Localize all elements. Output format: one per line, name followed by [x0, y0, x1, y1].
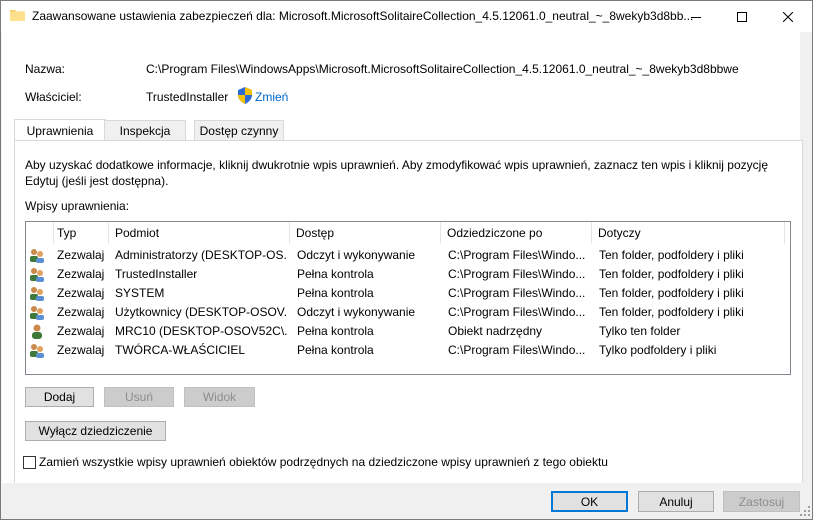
replace-child-permissions-label: Zamień wszystkie wpisy uprawnień obiektó…: [39, 455, 608, 469]
maximize-button[interactable]: [719, 1, 765, 32]
minimize-button[interactable]: [673, 1, 719, 32]
group-icon: [30, 344, 44, 358]
entry-inherited: C:\Program Files\Windo...: [448, 248, 586, 262]
entry-principal: TrustedInstaller: [115, 267, 198, 281]
entry-inherited: C:\Program Files\Windo...: [448, 286, 586, 300]
entry-applies: Ten folder, podfoldery i pliki: [599, 267, 744, 281]
entry-type: Zezwalaj: [57, 267, 105, 281]
entry-principal: Administratorzy (DESKTOP-OS...: [115, 248, 288, 262]
group-icon: [30, 249, 44, 263]
cancel-button[interactable]: Anuluj: [638, 491, 714, 512]
tab-effective-access[interactable]: Dostęp czynny: [194, 120, 284, 141]
resize-grip-icon[interactable]: [800, 506, 811, 517]
entry-applies: Tylko podfoldery i pliki: [599, 343, 717, 357]
entry-access: Pełna kontrola: [297, 286, 374, 300]
view-button[interactable]: Widok: [184, 387, 255, 407]
entry-type: Zezwalaj: [57, 324, 105, 338]
minimize-icon: [691, 16, 701, 18]
ok-button[interactable]: OK: [551, 491, 628, 512]
entry-principal: SYSTEM: [115, 286, 165, 300]
entry-inherited: C:\Program Files\Windo...: [448, 267, 586, 281]
owner-value: TrustedInstaller: [146, 90, 229, 104]
entry-applies: Ten folder, podfoldery i pliki: [599, 305, 744, 319]
column-header-principal[interactable]: Podmiot: [109, 222, 290, 244]
table-row[interactable]: Zezwalaj SYSTEM Pełna kontrola C:\Progra…: [26, 284, 788, 303]
table-row[interactable]: Zezwalaj MRC10 (DESKTOP-OSOV52C\... Pełn…: [26, 322, 788, 341]
close-icon: [783, 11, 793, 22]
table-row[interactable]: Zezwalaj TWÓRCA-WŁAŚCICIEL Pełna kontrol…: [26, 341, 788, 360]
user-icon: [32, 324, 42, 339]
group-icon: [30, 268, 44, 282]
title-bar[interactable]: Zaawansowane ustawienia zabezpieczeń dla…: [1, 1, 812, 32]
column-header-access[interactable]: Dostęp: [290, 222, 441, 244]
entry-applies: Ten folder, podfoldery i pliki: [599, 286, 744, 300]
entry-access: Pełna kontrola: [297, 267, 374, 281]
name-value: C:\Program Files\WindowsApps\Microsoft.M…: [146, 62, 739, 76]
replace-child-permissions-checkbox[interactable]: [23, 456, 36, 469]
disable-inheritance-button[interactable]: Wyłącz dziedziczenie: [25, 421, 166, 441]
tab-auditing[interactable]: Inspekcja: [104, 120, 186, 141]
entry-principal: MRC10 (DESKTOP-OSOV52C\...: [115, 324, 288, 338]
entry-inherited: C:\Program Files\Windo...: [448, 343, 586, 357]
table-row[interactable]: Zezwalaj Użytkownicy (DESKTOP-OSOV... Od…: [26, 303, 788, 322]
table-row[interactable]: Zezwalaj TrustedInstaller Pełna kontrola…: [26, 265, 788, 284]
column-header-applies[interactable]: Dotyczy: [592, 222, 785, 244]
entry-inherited: Obiekt nadrzędny: [448, 324, 543, 338]
info-text-line1: Aby uzyskać dodatkowe informacje, klikni…: [25, 158, 768, 172]
entry-applies: Ten folder, podfoldery i pliki: [599, 248, 744, 262]
window-title: Zaawansowane ustawienia zabezpieczeń dla…: [32, 9, 694, 23]
entry-inherited: C:\Program Files\Windo...: [448, 305, 586, 319]
remove-button[interactable]: Usuń: [104, 387, 174, 407]
entry-access: Pełna kontrola: [297, 324, 374, 338]
entries-label: Wpisy uprawnienia:: [25, 199, 130, 213]
entry-type: Zezwalaj: [57, 248, 105, 262]
entry-type: Zezwalaj: [57, 286, 105, 300]
permission-entries-list[interactable]: Typ Podmiot Dostęp Odziedziczone po Doty…: [25, 221, 791, 375]
entry-principal: Użytkownicy (DESKTOP-OSOV...: [115, 305, 288, 319]
column-header-icon[interactable]: [26, 222, 54, 244]
folder-icon: [10, 10, 25, 21]
column-header-inherited[interactable]: Odziedziczone po: [441, 222, 592, 244]
name-label: Nazwa:: [25, 62, 66, 76]
security-settings-window: Zaawansowane ustawienia zabezpieczeń dla…: [0, 0, 813, 520]
tab-permissions[interactable]: Uprawnienia: [14, 119, 106, 142]
maximize-icon: [737, 11, 747, 22]
column-header-type[interactable]: Typ: [51, 222, 109, 244]
entry-applies: Tylko ten folder: [599, 324, 681, 338]
entry-principal: TWÓRCA-WŁAŚCICIEL: [115, 343, 246, 357]
change-owner-link[interactable]: Zmień: [255, 90, 288, 104]
add-button[interactable]: Dodaj: [25, 387, 94, 407]
entry-access: Pełna kontrola: [297, 343, 374, 357]
table-row[interactable]: Zezwalaj Administratorzy (DESKTOP-OS... …: [26, 246, 788, 265]
entry-access: Odczyt i wykonywanie: [297, 305, 416, 319]
owner-label: Właściciel:: [25, 90, 82, 104]
uac-shield-icon: [238, 87, 252, 104]
entry-type: Zezwalaj: [57, 343, 105, 357]
entry-access: Odczyt i wykonywanie: [297, 248, 416, 262]
info-text-line2: Edytuj (jeśli jest dostępna).: [25, 174, 169, 188]
close-button[interactable]: [765, 1, 811, 32]
group-icon: [30, 287, 44, 301]
apply-button[interactable]: Zastosuj: [723, 491, 800, 512]
entry-type: Zezwalaj: [57, 305, 105, 319]
group-icon: [30, 306, 44, 320]
